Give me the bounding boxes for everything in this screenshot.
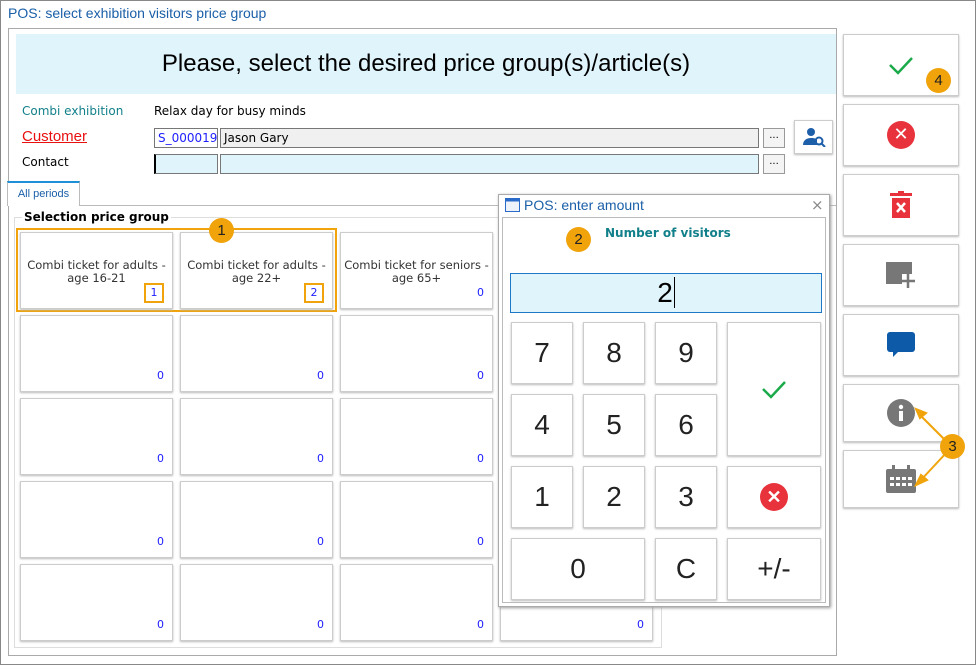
step-badge-3: 3 <box>940 434 965 459</box>
keypad-key[interactable]: 3 <box>655 466 717 528</box>
tile-count: 0 <box>157 618 164 631</box>
tile-count: 0 <box>477 618 484 631</box>
combi-value: Relax day for busy minds <box>154 104 306 118</box>
delete-button[interactable] <box>843 174 959 236</box>
keypad-key[interactable]: 9 <box>655 322 717 384</box>
keypad-key[interactable]: 1 <box>511 466 573 528</box>
window-icon <box>505 198 520 212</box>
cancel-icon: ✕ <box>887 121 915 149</box>
tile-count: 0 <box>157 369 164 382</box>
customer-search-button[interactable] <box>794 120 833 154</box>
comment-icon <box>887 332 915 357</box>
tile-count: 0 <box>477 535 484 548</box>
comment-button[interactable] <box>843 314 959 376</box>
price-group-tile[interactable]: 0 <box>20 481 173 558</box>
tile-count: 0 <box>157 452 164 465</box>
step-badge-2: 2 <box>566 227 591 252</box>
customer-id-field[interactable]: S_0000190 <box>154 128 218 148</box>
instruction-banner: Please, select the desired price group(s… <box>16 34 836 94</box>
price-group-tile[interactable]: 0 <box>180 564 333 641</box>
contact-browse-button[interactable]: ... <box>763 154 785 174</box>
keypad-cancel-button[interactable]: ✕ <box>727 466 821 528</box>
tile-name: Combi ticket for seniors - age 65+ <box>344 258 489 285</box>
tile-count: 0 <box>477 452 484 465</box>
price-group-tile[interactable]: 0 <box>340 564 493 641</box>
keypad-key[interactable]: 5 <box>583 394 645 456</box>
tile-count: 0 <box>317 618 324 631</box>
customer-browse-button[interactable]: ... <box>763 128 785 148</box>
price-group-tile[interactable]: 0 <box>340 315 493 392</box>
keypad-key[interactable]: 4 <box>511 394 573 456</box>
tile-count: 0 <box>317 452 324 465</box>
add-article-button[interactable] <box>843 244 959 306</box>
tile-name: Combi ticket for adults - age 16-21 <box>27 258 166 285</box>
dialog-close-button[interactable]: × <box>811 196 824 214</box>
tile-count: 0 <box>637 618 644 631</box>
price-group-tile[interactable]: Combi ticket for adults - age 22+ 2 <box>180 232 333 309</box>
price-group-tile[interactable]: 0 <box>20 564 173 641</box>
price-group-tile[interactable]: 0 <box>20 398 173 475</box>
combi-label: Combi exhibition <box>22 104 124 118</box>
price-group-tile[interactable]: 0 <box>340 398 493 475</box>
keypad-key[interactable]: 6 <box>655 394 717 456</box>
price-group-tile[interactable]: 0 <box>340 481 493 558</box>
user-search-icon <box>802 128 826 147</box>
tile-count: 0 <box>477 369 484 382</box>
customer-link[interactable]: Customer <box>22 128 87 145</box>
keypad-key[interactable]: +/- <box>727 538 821 600</box>
cancel-icon: ✕ <box>760 483 788 511</box>
tile-count: 0 <box>317 535 324 548</box>
tile-name: Combi ticket for adults - age 22+ <box>187 258 326 285</box>
amount-value: 2 <box>657 277 673 308</box>
price-group-label: Selection price group <box>22 210 171 224</box>
tile-count: 0 <box>477 286 484 299</box>
amount-label: Number of visitors <box>605 226 731 240</box>
price-group-tile[interactable]: 0 <box>180 315 333 392</box>
contact-id-field[interactable] <box>154 154 218 174</box>
price-group-tile[interactable]: Combi ticket for seniors - age 65+ 0 <box>340 232 493 309</box>
tab-all-periods[interactable]: All periods <box>7 181 80 206</box>
tile-count: 2 <box>304 283 324 303</box>
dialog-title: POS: enter amount <box>524 197 644 213</box>
keypad-key[interactable]: 7 <box>511 322 573 384</box>
trash-icon <box>890 191 912 218</box>
price-group-tile[interactable]: 0 <box>180 481 333 558</box>
tile-count: 1 <box>144 283 164 303</box>
tile-count: 0 <box>157 535 164 548</box>
check-icon <box>762 381 786 399</box>
tile-count: 0 <box>317 369 324 382</box>
price-group-tile[interactable]: 0 <box>20 315 173 392</box>
keypad-confirm-button[interactable] <box>727 322 821 456</box>
keypad-key[interactable]: 0 <box>511 538 645 600</box>
step-badge-1: 1 <box>209 218 234 243</box>
price-group-tile[interactable]: Combi ticket for adults - age 16-21 1 <box>20 232 173 309</box>
window-title: POS: select exhibition visitors price gr… <box>8 5 267 21</box>
keypad-key[interactable]: 2 <box>583 466 645 528</box>
price-group-tile[interactable]: 0 <box>180 398 333 475</box>
cancel-button[interactable]: ✕ <box>843 104 959 166</box>
customer-name-field[interactable]: Jason Gary <box>220 128 759 148</box>
contact-label: Contact <box>22 155 69 169</box>
keypad-key[interactable]: C <box>655 538 717 600</box>
contact-name-field[interactable] <box>220 154 759 174</box>
add-article-icon <box>886 262 915 288</box>
step-badge-4: 4 <box>926 68 951 93</box>
amount-input[interactable]: 2 <box>510 273 822 313</box>
check-icon <box>889 57 913 75</box>
keypad-key[interactable]: 8 <box>583 322 645 384</box>
